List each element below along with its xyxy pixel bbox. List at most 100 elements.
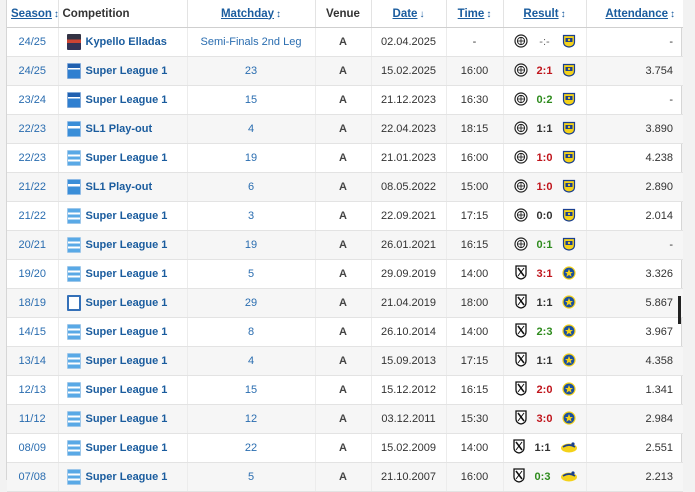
panetolikos-crest-icon[interactable] (562, 179, 576, 196)
season-cell[interactable]: 23/24 (7, 85, 59, 115)
result-cell[interactable]: 1:0 (503, 143, 587, 173)
result-cell[interactable]: 0:2 (503, 85, 587, 115)
matchday-cell[interactable]: 5 (187, 259, 316, 289)
season-cell[interactable]: 22/23 (7, 143, 59, 173)
ofi-old-crest-icon[interactable] (514, 323, 528, 341)
season-text[interactable]: 08/09 (18, 442, 46, 454)
matchday-text[interactable]: 22 (245, 442, 257, 454)
season-cell[interactable]: 19/20 (7, 259, 59, 289)
season-text[interactable]: 24/25 (18, 65, 46, 77)
result-cell[interactable]: 2:0 (503, 375, 587, 405)
score-link[interactable]: 2:0 (528, 384, 562, 396)
panetolikos-old-crest-icon[interactable] (561, 381, 576, 399)
matchday-cell[interactable]: 23 (187, 56, 316, 86)
season-cell[interactable]: 21/22 (7, 172, 59, 202)
season-cell[interactable]: 20/21 (7, 230, 59, 260)
ofi-old-crest-icon[interactable] (514, 265, 528, 283)
comp-text[interactable]: Super League 1 (86, 355, 168, 367)
score-link[interactable]: 0:1 (528, 239, 562, 251)
comp-text[interactable]: SL1 Play-out (86, 181, 153, 193)
comp-text[interactable]: Super League 1 (86, 442, 168, 454)
matchday-text[interactable]: 19 (245, 239, 257, 251)
matchday-text[interactable]: 12 (245, 413, 257, 425)
result-cell[interactable]: 1:0 (503, 172, 587, 202)
season-text[interactable]: 22/23 (18, 152, 46, 164)
competition-cell[interactable]: Super League 1 (58, 85, 188, 115)
ofi-crest-icon[interactable] (513, 207, 528, 225)
season-cell[interactable]: 13/14 (7, 346, 59, 376)
comp-text[interactable]: Super League 1 (86, 268, 168, 280)
season-text[interactable]: 07/08 (18, 471, 46, 483)
matchday-text[interactable]: 3 (248, 210, 254, 222)
comp-text[interactable]: Super League 1 (86, 94, 168, 106)
result-cell[interactable]: -:- (503, 27, 587, 57)
comp-text[interactable]: SL1 Play-out (86, 123, 153, 135)
comp-text[interactable]: Super League 1 (86, 152, 168, 164)
time-column-header[interactable]: Time ↕ (446, 0, 504, 28)
matchday-cell[interactable]: Semi-Finals 2nd Leg (187, 27, 316, 57)
season-cell[interactable]: 11/12 (7, 404, 59, 434)
matchday-cell[interactable]: 19 (187, 230, 316, 260)
result-cell[interactable]: 1:1 (503, 114, 587, 144)
ofi-crest-icon[interactable] (513, 178, 528, 196)
panetolikos-crest-icon[interactable] (562, 63, 576, 80)
result-cell[interactable]: 0:1 (503, 230, 587, 260)
panetolikos-crest-icon[interactable] (562, 34, 576, 51)
competition-cell[interactable]: Super League 1 (58, 317, 188, 347)
season-cell[interactable]: 18/19 (7, 288, 59, 318)
season-cell[interactable]: 24/25 (7, 56, 59, 86)
panetolikos-old-crest-icon[interactable] (561, 323, 576, 341)
panetolikos-old-crest-icon[interactable] (561, 410, 576, 428)
competition-cell[interactable]: Super League 1 (58, 288, 188, 318)
matchday-text[interactable]: 23 (245, 65, 257, 77)
matchday-cell[interactable]: 15 (187, 85, 316, 115)
ofi-crest-icon[interactable] (513, 91, 528, 109)
panetolikos-crest-icon[interactable] (562, 237, 576, 254)
ofi-old-crest-icon[interactable] (514, 381, 528, 399)
result-column-header[interactable]: Result ↕ (503, 0, 587, 28)
matchday-cell[interactable]: 8 (187, 317, 316, 347)
panetolikos-2000s-crest-icon[interactable] (560, 440, 578, 457)
comp-text[interactable]: Super League 1 (86, 210, 168, 222)
season-cell[interactable]: 21/22 (7, 201, 59, 231)
date-column-header[interactable]: Date ↓ (371, 0, 447, 28)
score-link[interactable]: 3:0 (528, 413, 562, 425)
matchday-cell[interactable]: 5 (187, 462, 316, 492)
matchday-text[interactable]: 5 (248, 268, 254, 280)
comp-text[interactable]: Super League 1 (86, 384, 168, 396)
comp-text[interactable]: Super League 1 (86, 413, 168, 425)
matchday-text[interactable]: 5 (248, 471, 254, 483)
matchday-cell[interactable]: 15 (187, 375, 316, 405)
season-column-header[interactable]: Season ↕ (7, 0, 59, 28)
comp-text[interactable]: Super League 1 (86, 239, 168, 251)
season-text[interactable]: 21/22 (18, 210, 46, 222)
score-link[interactable]: 1:0 (528, 181, 562, 193)
panetolikos-crest-icon[interactable] (562, 92, 576, 109)
season-text[interactable]: 12/13 (18, 384, 46, 396)
season-cell[interactable]: 12/13 (7, 375, 59, 405)
result-cell[interactable]: 2:3 (503, 317, 587, 347)
matchday-column-header[interactable]: Matchday ↕ (187, 0, 316, 28)
ofi-old-crest-icon[interactable] (514, 352, 528, 370)
score-link[interactable]: 1:1 (528, 123, 562, 135)
panetolikos-old-crest-icon[interactable] (561, 265, 576, 283)
season-text[interactable]: 23/24 (18, 94, 46, 106)
season-text[interactable]: 19/20 (18, 268, 46, 280)
competition-cell[interactable]: Super League 1 (58, 375, 188, 405)
result-cell[interactable]: 2:1 (503, 56, 587, 86)
matchday-text[interactable]: 8 (248, 326, 254, 338)
score-link[interactable]: 0:2 (528, 94, 562, 106)
comp-text[interactable]: Super League 1 (86, 471, 168, 483)
competition-cell[interactable]: Super League 1 (58, 230, 188, 260)
season-text[interactable]: 20/21 (18, 239, 46, 251)
score-link[interactable]: 1:1 (528, 355, 562, 367)
result-cell[interactable]: 1:1 (503, 288, 587, 318)
competition-cell[interactable]: Kypello Elladas (58, 27, 188, 57)
competition-cell[interactable]: Super League 1 (58, 259, 188, 289)
score-link[interactable]: -:- (528, 36, 562, 48)
matchday-text[interactable]: 4 (248, 355, 254, 367)
ofi-old-crest-icon[interactable] (514, 410, 528, 428)
matchday-cell[interactable]: 4 (187, 114, 316, 144)
matchday-text[interactable]: 6 (248, 181, 254, 193)
panetolikos-crest-icon[interactable] (562, 121, 576, 138)
